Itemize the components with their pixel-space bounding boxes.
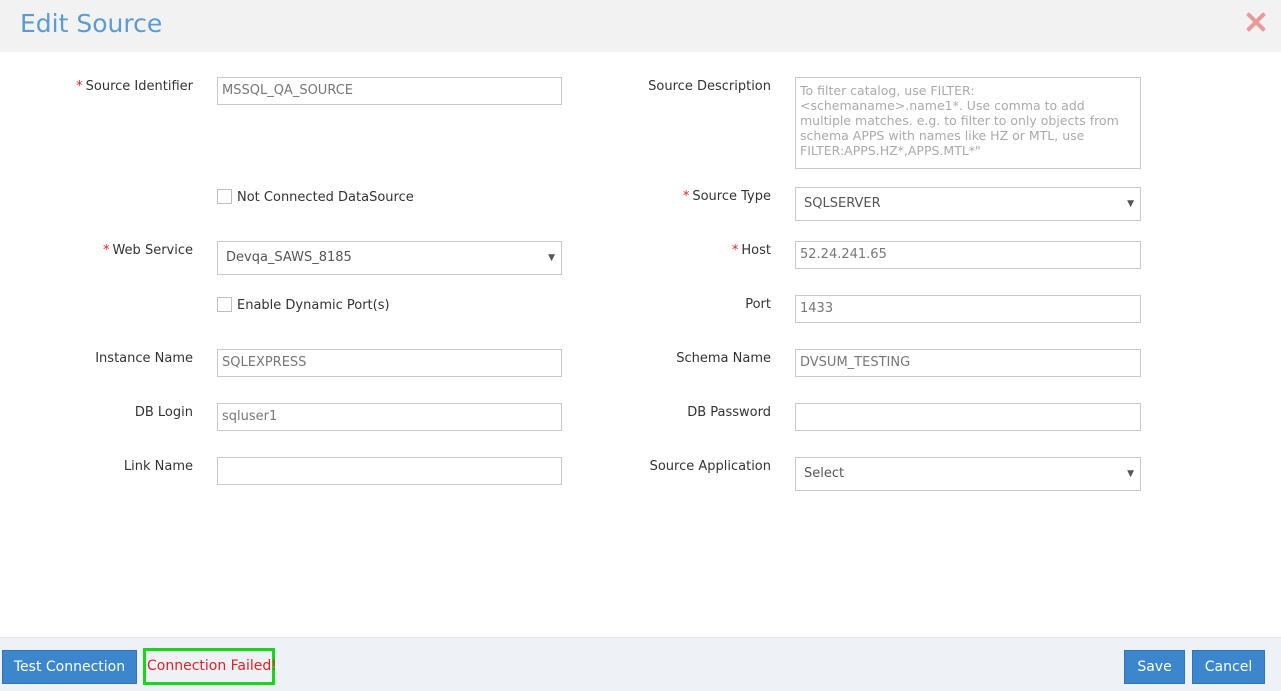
db-password-input[interactable] [795, 403, 1141, 431]
db-login-label: DB Login [134, 405, 193, 420]
checkbox-box[interactable] [217, 189, 232, 204]
test-connection-button[interactable]: Test Connection [2, 650, 137, 684]
source-application-select[interactable]: Select ▼ [795, 457, 1141, 491]
connection-status: Connection Failed! [143, 648, 277, 685]
source-identifier-label: * Source Identifier [76, 79, 193, 94]
dialog-title: Edit Source [20, 9, 163, 38]
source-identifier-input[interactable]: MSSQL_QA_SOURCE [217, 77, 562, 105]
source-type-label: * Source Type [682, 189, 771, 204]
dialog-header: Edit Source [0, 0, 1281, 52]
source-application-label: Source Application [649, 459, 771, 474]
caret-down-icon: ▼ [1127, 199, 1134, 209]
close-icon[interactable] [1245, 11, 1267, 33]
link-name-label: Link Name [123, 459, 193, 474]
instance-name-input[interactable]: SQLEXPRESS [217, 349, 562, 377]
source-description-textarea[interactable]: To filter catalog, use FILTER:<schemanam… [795, 77, 1141, 169]
save-button[interactable]: Save [1124, 650, 1185, 684]
caret-down-icon: ▼ [548, 253, 555, 263]
db-login-input[interactable]: sqluser1 [217, 403, 562, 431]
web-service-select[interactable]: Devqa_SAWS_8185 ▼ [217, 241, 562, 275]
not-connected-checkbox[interactable]: Not Connected DataSource [217, 189, 414, 205]
link-name-input[interactable] [217, 457, 562, 485]
schema-name-label: Schema Name [676, 351, 771, 366]
cancel-button[interactable]: Cancel [1192, 650, 1265, 684]
host-input[interactable]: 52.24.241.65 [795, 241, 1141, 269]
instance-name-label: Instance Name [95, 351, 193, 366]
dynamic-port-checkbox[interactable]: Enable Dynamic Port(s) [217, 297, 390, 313]
source-description-label: Source Description [648, 79, 771, 94]
port-label: Port [745, 297, 771, 312]
checkbox-box[interactable] [217, 297, 232, 312]
db-password-label: DB Password [687, 405, 771, 420]
web-service-label: * Web Service [102, 243, 193, 258]
schema-name-input[interactable]: DVSUM_TESTING [795, 349, 1141, 377]
host-label: * Host [731, 243, 771, 258]
source-type-select[interactable]: SQLSERVER ▼ [795, 187, 1141, 221]
caret-down-icon: ▼ [1127, 469, 1134, 479]
port-input[interactable]: 1433 [795, 295, 1141, 323]
